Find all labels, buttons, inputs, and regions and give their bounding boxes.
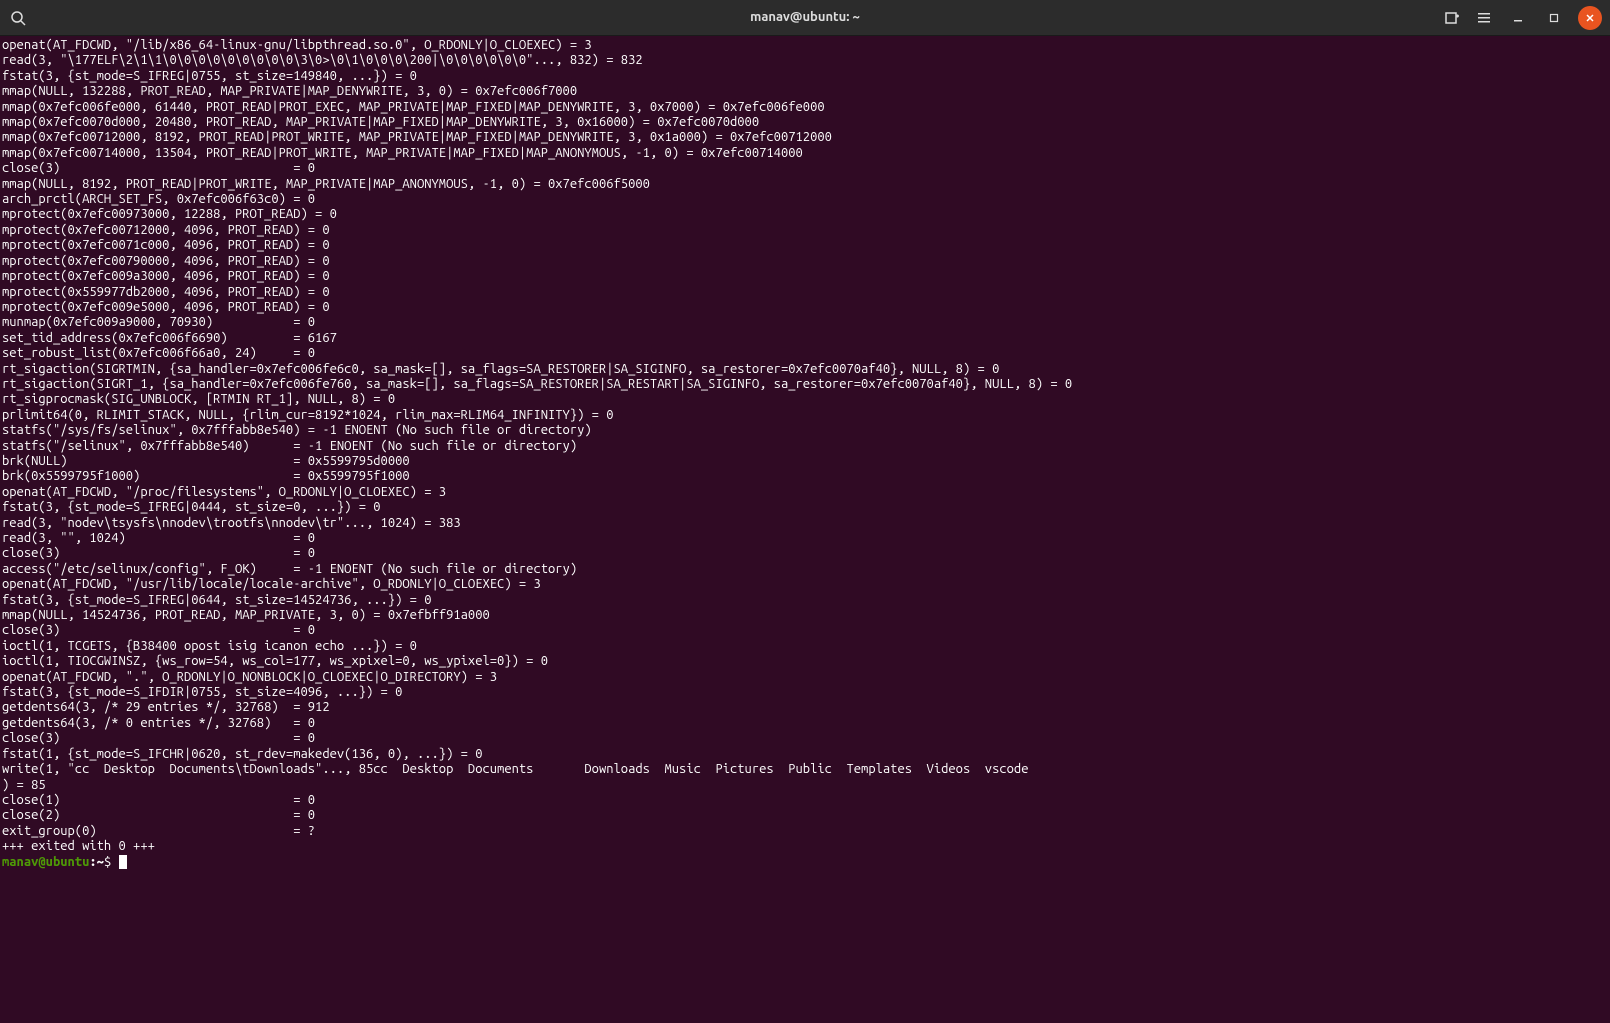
titlebar: manav@ubuntu: ~ <box>0 0 1610 36</box>
terminal-line: openat(AT_FDCWD, "/proc/filesystems", O_… <box>2 485 1608 500</box>
terminal-line: fstat(3, {st_mode=S_IFREG|0755, st_size=… <box>2 69 1608 84</box>
terminal-line: statfs("/sys/fs/selinux", 0x7fffabb8e540… <box>2 423 1608 438</box>
terminal-line: rt_sigaction(SIGRT_1, {sa_handler=0x7efc… <box>2 377 1608 392</box>
terminal-line: rt_sigprocmask(SIG_UNBLOCK, [RTMIN RT_1]… <box>2 392 1608 407</box>
close-button[interactable] <box>1578 6 1602 30</box>
terminal-line: openat(AT_FDCWD, "/usr/lib/locale/locale… <box>2 577 1608 592</box>
terminal-line: fstat(3, {st_mode=S_IFDIR|0755, st_size=… <box>2 685 1608 700</box>
terminal-line: read(3, "", 1024) = 0 <box>2 531 1608 546</box>
prompt-user-host: manav@ubuntu <box>2 855 89 869</box>
terminal-line: read(3, "nodev\tsysfs\nnodev\trootfs\nno… <box>2 516 1608 531</box>
terminal-line: statfs("/selinux", 0x7fffabb8e540) = -1 … <box>2 439 1608 454</box>
terminal-line: close(3) = 0 <box>2 546 1608 561</box>
terminal-line: fstat(3, {st_mode=S_IFREG|0444, st_size=… <box>2 500 1608 515</box>
terminal-output[interactable]: openat(AT_FDCWD, "/lib/x86_64-linux-gnu/… <box>0 36 1610 872</box>
terminal-line: mprotect(0x7efc009e5000, 4096, PROT_READ… <box>2 300 1608 315</box>
terminal-line: fstat(1, {st_mode=S_IFCHR|0620, st_rdev=… <box>2 747 1608 762</box>
terminal-line: mmap(NULL, 132288, PROT_READ, MAP_PRIVAT… <box>2 84 1608 99</box>
prompt-path: ~ <box>97 855 104 869</box>
terminal-line: set_robust_list(0x7efc006f66a0, 24) = 0 <box>2 346 1608 361</box>
terminal-line: mprotect(0x559977db2000, 4096, PROT_READ… <box>2 285 1608 300</box>
titlebar-left <box>8 8 28 28</box>
terminal-line: write(1, "cc Desktop Documents\tDownload… <box>2 762 1608 777</box>
new-tab-icon[interactable] <box>1442 8 1462 28</box>
terminal-line: openat(AT_FDCWD, "/lib/x86_64-linux-gnu/… <box>2 38 1608 53</box>
terminal-line: close(3) = 0 <box>2 731 1608 746</box>
terminal-line: read(3, "\177ELF\2\1\1\0\0\0\0\0\0\0\0\0… <box>2 53 1608 68</box>
prompt-dollar: $ <box>104 855 119 869</box>
terminal-line: close(3) = 0 <box>2 161 1608 176</box>
titlebar-right <box>1442 6 1602 30</box>
terminal-line: ) = 85 <box>2 778 1608 793</box>
terminal-line: mprotect(0x7efc00973000, 12288, PROT_REA… <box>2 207 1608 222</box>
terminal-line: munmap(0x7efc009a9000, 70930) = 0 <box>2 315 1608 330</box>
terminal-line: brk(NULL) = 0x5599795d0000 <box>2 454 1608 469</box>
hamburger-menu-icon[interactable] <box>1474 8 1494 28</box>
prompt-separator: : <box>89 855 96 869</box>
terminal-line: prlimit64(0, RLIMIT_STACK, NULL, {rlim_c… <box>2 408 1608 423</box>
terminal-line: fstat(3, {st_mode=S_IFREG|0644, st_size=… <box>2 593 1608 608</box>
terminal-line: ioctl(1, TCGETS, {B38400 opost isig ican… <box>2 639 1608 654</box>
terminal-line: close(1) = 0 <box>2 793 1608 808</box>
terminal-line: rt_sigaction(SIGRTMIN, {sa_handler=0x7ef… <box>2 362 1608 377</box>
terminal-line: +++ exited with 0 +++ <box>2 839 1608 854</box>
terminal-line: ioctl(1, TIOCGWINSZ, {ws_row=54, ws_col=… <box>2 654 1608 669</box>
terminal-line: mprotect(0x7efc00712000, 4096, PROT_READ… <box>2 223 1608 238</box>
terminal-line: getdents64(3, /* 29 entries */, 32768) =… <box>2 700 1608 715</box>
terminal-line: mmap(NULL, 14524736, PROT_READ, MAP_PRIV… <box>2 608 1608 623</box>
terminal-prompt-line[interactable]: manav@ubuntu:~$ <box>2 855 1608 870</box>
terminal-line: mmap(NULL, 8192, PROT_READ|PROT_WRITE, M… <box>2 177 1608 192</box>
minimize-button[interactable] <box>1506 6 1530 30</box>
terminal-line: close(3) = 0 <box>2 623 1608 638</box>
terminal-line: set_tid_address(0x7efc006f6690) = 6167 <box>2 331 1608 346</box>
terminal-line: close(2) = 0 <box>2 808 1608 823</box>
terminal-line: getdents64(3, /* 0 entries */, 32768) = … <box>2 716 1608 731</box>
terminal-line: mmap(0x7efc00714000, 13504, PROT_READ|PR… <box>2 146 1608 161</box>
terminal-line: openat(AT_FDCWD, ".", O_RDONLY|O_NONBLOC… <box>2 670 1608 685</box>
terminal-line: arch_prctl(ARCH_SET_FS, 0x7efc006f63c0) … <box>2 192 1608 207</box>
terminal-line: brk(0x5599795f1000) = 0x5599795f1000 <box>2 469 1608 484</box>
window-title: manav@ubuntu: ~ <box>750 10 860 25</box>
maximize-button[interactable] <box>1542 6 1566 30</box>
terminal-line: mmap(0x7efc006fe000, 61440, PROT_READ|PR… <box>2 100 1608 115</box>
terminal-line: mmap(0x7efc0070d000, 20480, PROT_READ, M… <box>2 115 1608 130</box>
terminal-line: access("/etc/selinux/config", F_OK) = -1… <box>2 562 1608 577</box>
search-icon[interactable] <box>8 8 28 28</box>
terminal-line: mprotect(0x7efc0071c000, 4096, PROT_READ… <box>2 238 1608 253</box>
terminal-line: exit_group(0) = ? <box>2 824 1608 839</box>
terminal-line: mprotect(0x7efc009a3000, 4096, PROT_READ… <box>2 269 1608 284</box>
cursor <box>119 855 127 869</box>
terminal-line: mprotect(0x7efc00790000, 4096, PROT_READ… <box>2 254 1608 269</box>
terminal-line: mmap(0x7efc00712000, 8192, PROT_READ|PRO… <box>2 130 1608 145</box>
